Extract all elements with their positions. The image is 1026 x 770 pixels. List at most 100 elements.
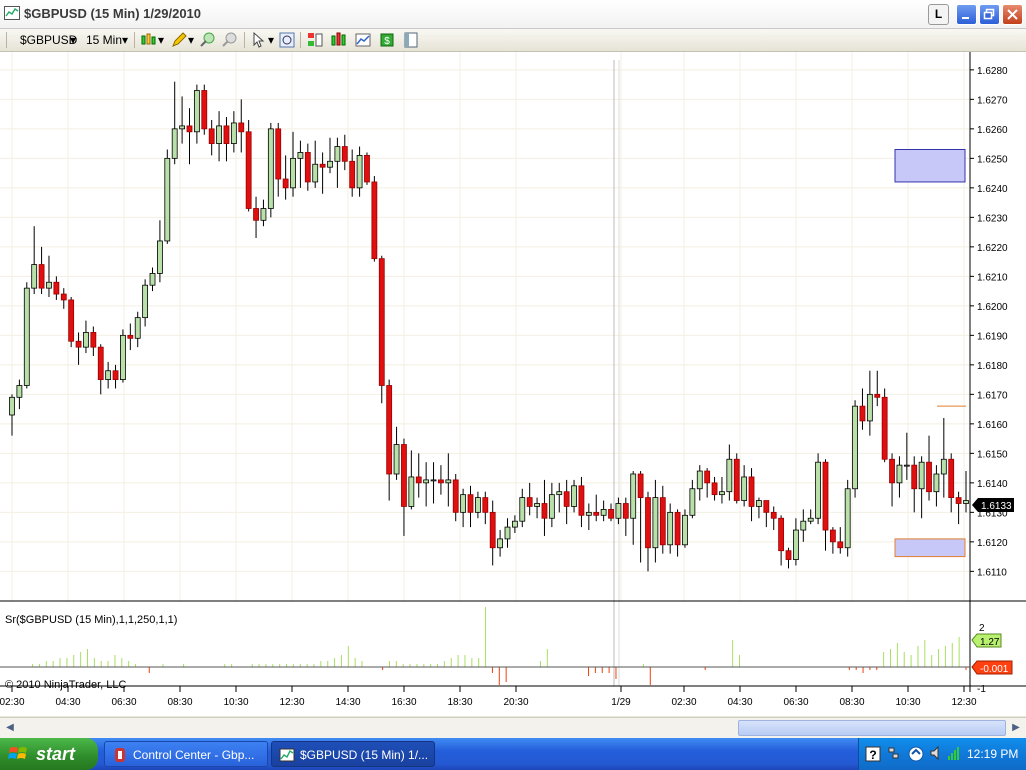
taskbar-item-chart[interactable]: $GBPUSD (15 Min) 1/... bbox=[271, 741, 435, 767]
candle-body bbox=[267, 128, 274, 209]
chart-gridlines bbox=[0, 52, 970, 686]
zoom-in-icon[interactable] bbox=[198, 31, 216, 49]
pencil-icon[interactable] bbox=[170, 31, 188, 49]
price-tick-label: 1.6150 bbox=[977, 449, 1008, 460]
candle-body bbox=[245, 131, 252, 209]
candle-body bbox=[127, 334, 134, 339]
data-box-icon[interactable] bbox=[278, 31, 296, 49]
candle-body bbox=[341, 146, 348, 162]
candle-body bbox=[297, 152, 304, 159]
chart-trader-icon[interactable] bbox=[306, 31, 324, 49]
chart-app-icon bbox=[279, 748, 295, 762]
zoom-out-icon[interactable] bbox=[220, 31, 238, 49]
candle-body bbox=[149, 272, 156, 286]
window-titlebar[interactable]: $GBPUSD (15 Min) 1/29/2010 L bbox=[0, 0, 1026, 29]
candle-body bbox=[659, 497, 666, 546]
candle-body bbox=[364, 155, 370, 183]
update-icon[interactable] bbox=[907, 745, 925, 763]
candle-body bbox=[489, 511, 496, 549]
candle-body bbox=[667, 511, 674, 546]
time-tick-label: 06:30 bbox=[111, 697, 136, 708]
price-chart[interactable]: 1.6280 1.6270 1.6260 1.6250 1.6240 1.6230 1.62… bbox=[0, 52, 1026, 716]
candle-body bbox=[948, 458, 955, 498]
candle-body bbox=[903, 464, 910, 467]
candle-body bbox=[38, 264, 45, 289]
minimize-button[interactable] bbox=[956, 4, 977, 25]
system-tray: ? 12:19 PM bbox=[858, 738, 1026, 770]
interval-selector[interactable]: 15 Min bbox=[86, 32, 122, 48]
dollar-icon[interactable]: $ bbox=[378, 31, 396, 49]
copyright-label: © 2010 NinjaTrader, LLC bbox=[5, 679, 126, 691]
network-icon[interactable] bbox=[887, 745, 901, 761]
time-tick-label: 10:30 bbox=[223, 697, 248, 708]
candle-body bbox=[371, 181, 378, 260]
candle-body bbox=[53, 281, 60, 295]
candle-body bbox=[822, 461, 829, 531]
price-tick-label: 1.6160 bbox=[977, 420, 1008, 431]
candle-body bbox=[593, 511, 600, 516]
candle-body bbox=[829, 529, 836, 543]
chevron-down-icon[interactable]: ▾ bbox=[268, 32, 274, 48]
volume-icon[interactable] bbox=[929, 745, 943, 761]
signal-icon[interactable] bbox=[947, 745, 963, 761]
candle-body bbox=[356, 155, 363, 189]
candle-body bbox=[260, 208, 267, 221]
candle-body bbox=[674, 511, 681, 546]
candle-body bbox=[290, 157, 296, 189]
candle-body bbox=[652, 497, 659, 549]
candle-body bbox=[578, 485, 585, 516]
chart-scrollbar[interactable]: ◀ ▶ bbox=[0, 717, 1026, 738]
chevron-down-icon[interactable]: ▾ bbox=[158, 32, 164, 48]
properties-icon[interactable] bbox=[402, 31, 420, 49]
candle-body bbox=[770, 511, 777, 519]
candle-body bbox=[519, 497, 526, 522]
candle-body bbox=[571, 485, 577, 507]
price-tick-label: 1.6270 bbox=[977, 95, 1008, 106]
chevron-down-icon[interactable]: ▾ bbox=[122, 32, 128, 48]
close-button[interactable] bbox=[1002, 4, 1023, 25]
strategies-icon[interactable] bbox=[354, 31, 372, 49]
start-button[interactable]: start bbox=[0, 738, 98, 770]
candle-body bbox=[785, 550, 792, 560]
scroll-left-icon[interactable]: ◀ bbox=[2, 720, 18, 736]
candle-body bbox=[918, 461, 925, 490]
time-tick-label: 02:30 bbox=[0, 697, 25, 708]
taskbar-item-label: Control Center - Gbp... bbox=[133, 748, 255, 762]
candle-body bbox=[282, 178, 289, 189]
bar-style-icon[interactable] bbox=[140, 31, 158, 49]
candle-body bbox=[741, 476, 748, 501]
chevron-down-icon[interactable]: ▾ bbox=[70, 32, 76, 48]
indicators-icon[interactable] bbox=[330, 31, 348, 49]
restore-button[interactable] bbox=[979, 4, 1000, 25]
scrollbar-thumb[interactable] bbox=[738, 720, 1006, 736]
chart-panel[interactable]: 1.6280 1.6270 1.6260 1.6250 1.6240 1.6230 1.62… bbox=[0, 52, 1026, 716]
chevron-down-icon[interactable]: ▾ bbox=[188, 32, 194, 48]
taskbar-item-control-center[interactable]: Control Center - Gbp... bbox=[104, 741, 268, 767]
candle-body bbox=[511, 520, 518, 528]
zone-boxes bbox=[894, 149, 966, 558]
cursor-icon[interactable] bbox=[250, 31, 268, 49]
time-tick-label: 20:30 bbox=[503, 697, 528, 708]
candle-body bbox=[90, 331, 97, 348]
help-icon[interactable]: ? bbox=[865, 746, 881, 762]
scroll-right-icon[interactable]: ▶ bbox=[1008, 720, 1024, 736]
candle-body bbox=[193, 90, 200, 133]
candle-body bbox=[186, 125, 193, 133]
candle-body bbox=[482, 497, 489, 513]
candle-body bbox=[378, 258, 385, 386]
candle-body bbox=[963, 500, 969, 504]
candle-body bbox=[23, 287, 30, 386]
candle-body bbox=[460, 494, 467, 513]
ninjatrader-icon bbox=[115, 748, 125, 762]
instrument-selector[interactable]: $GBPUSD bbox=[20, 32, 77, 48]
price-tick-label: 1.6120 bbox=[977, 538, 1008, 549]
time-tick-label: 16:30 bbox=[391, 697, 416, 708]
price-tick-label: 1.6190 bbox=[977, 331, 1008, 342]
candle-body bbox=[556, 491, 563, 496]
candle-body bbox=[238, 122, 245, 133]
candle-body bbox=[526, 497, 533, 507]
candle-body bbox=[208, 128, 215, 144]
candle-body bbox=[926, 461, 932, 493]
candle-body bbox=[230, 122, 237, 144]
link-button[interactable]: L bbox=[928, 4, 949, 25]
